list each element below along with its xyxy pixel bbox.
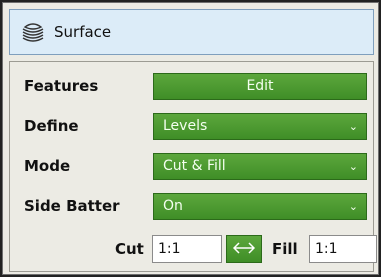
fill-label: Fill: [272, 240, 298, 258]
swap-arrows-icon: [232, 240, 256, 259]
batter-ratio-row: Cut 1:1 Fill 1:1: [10, 231, 377, 267]
define-label: Define: [24, 117, 79, 135]
features-row: Features Edit: [10, 70, 373, 102]
chevron-down-icon: ⌄: [348, 160, 358, 173]
side-batter-select-value: On: [163, 198, 183, 214]
mode-row: Mode Cut & Fill ⌄: [10, 150, 373, 182]
define-row: Define Levels ⌄: [10, 110, 373, 142]
side-batter-label: Side Batter: [24, 197, 120, 215]
edit-features-button[interactable]: Edit: [153, 73, 367, 100]
define-select-value: Levels: [163, 118, 208, 134]
side-batter-row: Side Batter On ⌄: [10, 190, 373, 222]
panel-header[interactable]: Surface: [9, 9, 374, 55]
define-select[interactable]: Levels ⌄: [153, 113, 367, 140]
panel-title: Surface: [54, 23, 112, 41]
panel-body: Features Edit Define Levels ⌄ Mode Cut &…: [9, 61, 377, 272]
swap-ratio-button[interactable]: [226, 235, 262, 263]
mode-label: Mode: [24, 157, 71, 175]
features-label: Features: [24, 77, 99, 95]
cut-label: Cut: [115, 240, 144, 258]
mode-select-value: Cut & Fill: [163, 158, 226, 174]
chevron-down-icon: ⌄: [348, 200, 358, 213]
fill-ratio-input[interactable]: 1:1: [309, 235, 377, 263]
chevron-down-icon: ⌄: [348, 120, 358, 133]
side-batter-select[interactable]: On ⌄: [153, 193, 367, 220]
cut-ratio-input[interactable]: 1:1: [152, 235, 222, 263]
surface-panel: Surface Features Edit Define Levels ⌄ Mo…: [2, 2, 379, 275]
surface-layers-icon: [20, 19, 46, 45]
mode-select[interactable]: Cut & Fill ⌄: [153, 153, 367, 180]
